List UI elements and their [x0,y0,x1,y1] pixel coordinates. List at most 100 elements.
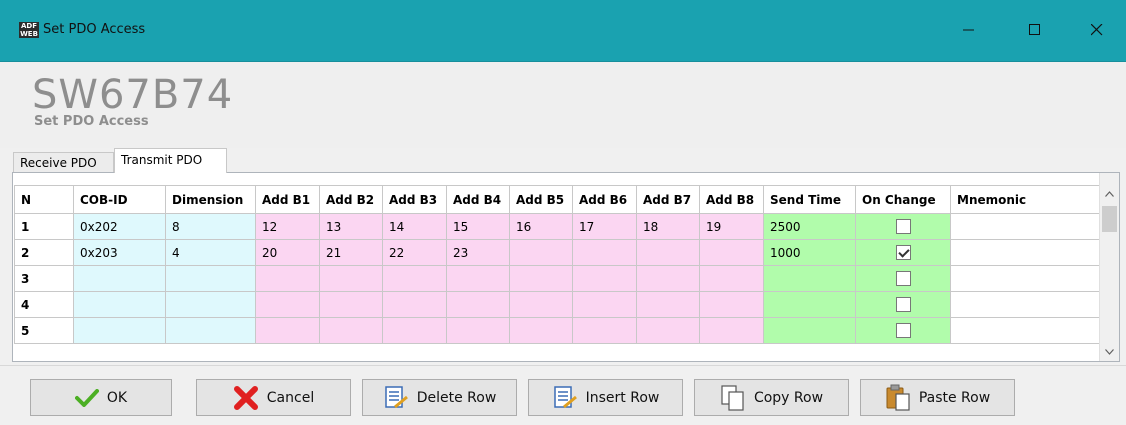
add-b1-cell[interactable] [255,317,320,344]
insert-row-button[interactable]: Insert Row [528,379,683,416]
add-b8-cell[interactable] [699,265,764,292]
send-time-cell[interactable]: 1000 [763,239,856,266]
column-header[interactable]: Add B4 [446,185,510,214]
cob-id-cell[interactable] [73,291,166,318]
maximize-button[interactable] [1012,10,1058,50]
row-number: 2 [14,239,74,266]
add-b5-cell[interactable] [509,239,573,266]
send-time-cell[interactable] [763,317,856,344]
add-b6-cell[interactable] [572,317,637,344]
on-change-checkbox[interactable] [895,219,911,234]
dimension-cell[interactable] [165,291,256,318]
mnemonic-cell[interactable] [950,265,1101,292]
add-b4-cell[interactable] [446,265,510,292]
add-b1-cell[interactable] [255,291,320,318]
add-b7-cell[interactable]: 18 [636,213,700,240]
column-header[interactable]: Add B3 [382,185,447,214]
add-b3-cell[interactable]: 22 [382,239,447,266]
dimension-cell[interactable]: 8 [165,213,256,240]
cancel-button[interactable]: Cancel [196,379,351,416]
add-b4-cell[interactable] [446,291,510,318]
tab-receive-pdo[interactable]: Receive PDO [13,152,114,172]
on-change-checkbox[interactable] [895,323,911,338]
send-time-cell[interactable]: 2500 [763,213,856,240]
add-b2-cell[interactable]: 21 [319,239,383,266]
add-b8-cell[interactable] [699,291,764,318]
add-b7-cell[interactable] [636,291,700,318]
column-header[interactable]: N [14,185,74,214]
delete-row-label: Delete Row [416,389,497,406]
column-header[interactable]: Add B8 [699,185,764,214]
dimension-cell[interactable] [165,317,256,344]
minimize-button[interactable] [946,10,992,50]
column-header[interactable]: On Change [855,185,951,214]
add-b3-cell[interactable] [382,265,447,292]
scrollbar-thumb[interactable] [1102,206,1117,232]
add-b5-cell[interactable] [509,317,573,344]
add-b3-cell[interactable]: 14 [382,213,447,240]
add-b4-cell[interactable] [446,317,510,344]
add-b3-cell[interactable] [382,317,447,344]
add-b7-cell[interactable] [636,317,700,344]
add-b1-cell[interactable]: 20 [255,239,320,266]
column-header[interactable]: Add B5 [509,185,573,214]
add-b2-cell[interactable]: 13 [319,213,383,240]
dimension-cell[interactable] [165,265,256,292]
delete-row-button[interactable]: Delete Row [362,379,517,416]
cob-id-cell[interactable]: 0x202 [73,213,166,240]
column-header[interactable]: Add B2 [319,185,383,214]
app-logo-icon: ADF WEB [19,22,39,38]
column-header[interactable]: Add B1 [255,185,320,214]
add-b1-cell[interactable] [255,265,320,292]
mnemonic-cell[interactable] [950,317,1101,344]
add-b7-cell[interactable] [636,239,700,266]
ok-button[interactable]: OK [30,379,172,416]
on-change-checkbox[interactable] [895,297,911,312]
add-b4-cell[interactable]: 23 [446,239,510,266]
add-b8-cell[interactable] [699,239,764,266]
tab-transmit-pdo[interactable]: Transmit PDO [114,148,227,173]
add-b5-cell[interactable] [509,291,573,318]
add-b8-cell[interactable] [699,317,764,344]
send-time-cell[interactable] [763,291,856,318]
add-b5-cell[interactable] [509,265,573,292]
mnemonic-cell[interactable] [950,239,1101,266]
add-b1-cell[interactable]: 12 [255,213,320,240]
add-b5-cell[interactable]: 16 [509,213,573,240]
scroll-down-button[interactable] [1100,342,1119,361]
column-header[interactable]: Add B7 [636,185,700,214]
on-change-checkbox[interactable] [895,271,911,286]
mnemonic-cell[interactable] [950,291,1101,318]
column-header[interactable]: COB-ID [73,185,166,214]
cob-id-cell[interactable]: 0x203 [73,239,166,266]
add-b7-cell[interactable] [636,265,700,292]
add-b2-cell[interactable] [319,265,383,292]
copy-row-button[interactable]: Copy Row [694,379,849,416]
add-b8-cell[interactable]: 19 [699,213,764,240]
copy-icon [721,384,744,411]
on-change-cell [855,239,951,266]
column-header[interactable]: Dimension [165,185,256,214]
paste-row-button[interactable]: Paste Row [860,379,1015,416]
add-b6-cell[interactable] [572,239,637,266]
mnemonic-cell[interactable] [950,213,1101,240]
column-header[interactable]: Add B6 [572,185,637,214]
column-header[interactable]: Mnemonic [950,185,1101,214]
cob-id-cell[interactable] [73,317,166,344]
on-change-checkbox[interactable] [895,245,911,260]
close-button[interactable] [1074,10,1120,50]
scroll-up-button[interactable] [1100,184,1119,203]
add-b6-cell[interactable] [572,265,637,292]
add-b3-cell[interactable] [382,291,447,318]
cob-id-cell[interactable] [73,265,166,292]
on-change-cell [855,265,951,292]
add-b6-cell[interactable]: 17 [572,213,637,240]
add-b2-cell[interactable] [319,291,383,318]
add-b6-cell[interactable] [572,291,637,318]
dimension-cell[interactable]: 4 [165,239,256,266]
send-time-cell[interactable] [763,265,856,292]
add-b2-cell[interactable] [319,317,383,344]
column-header[interactable]: Send Time [763,185,856,214]
add-b4-cell[interactable]: 15 [446,213,510,240]
vertical-scrollbar[interactable] [1099,173,1119,361]
